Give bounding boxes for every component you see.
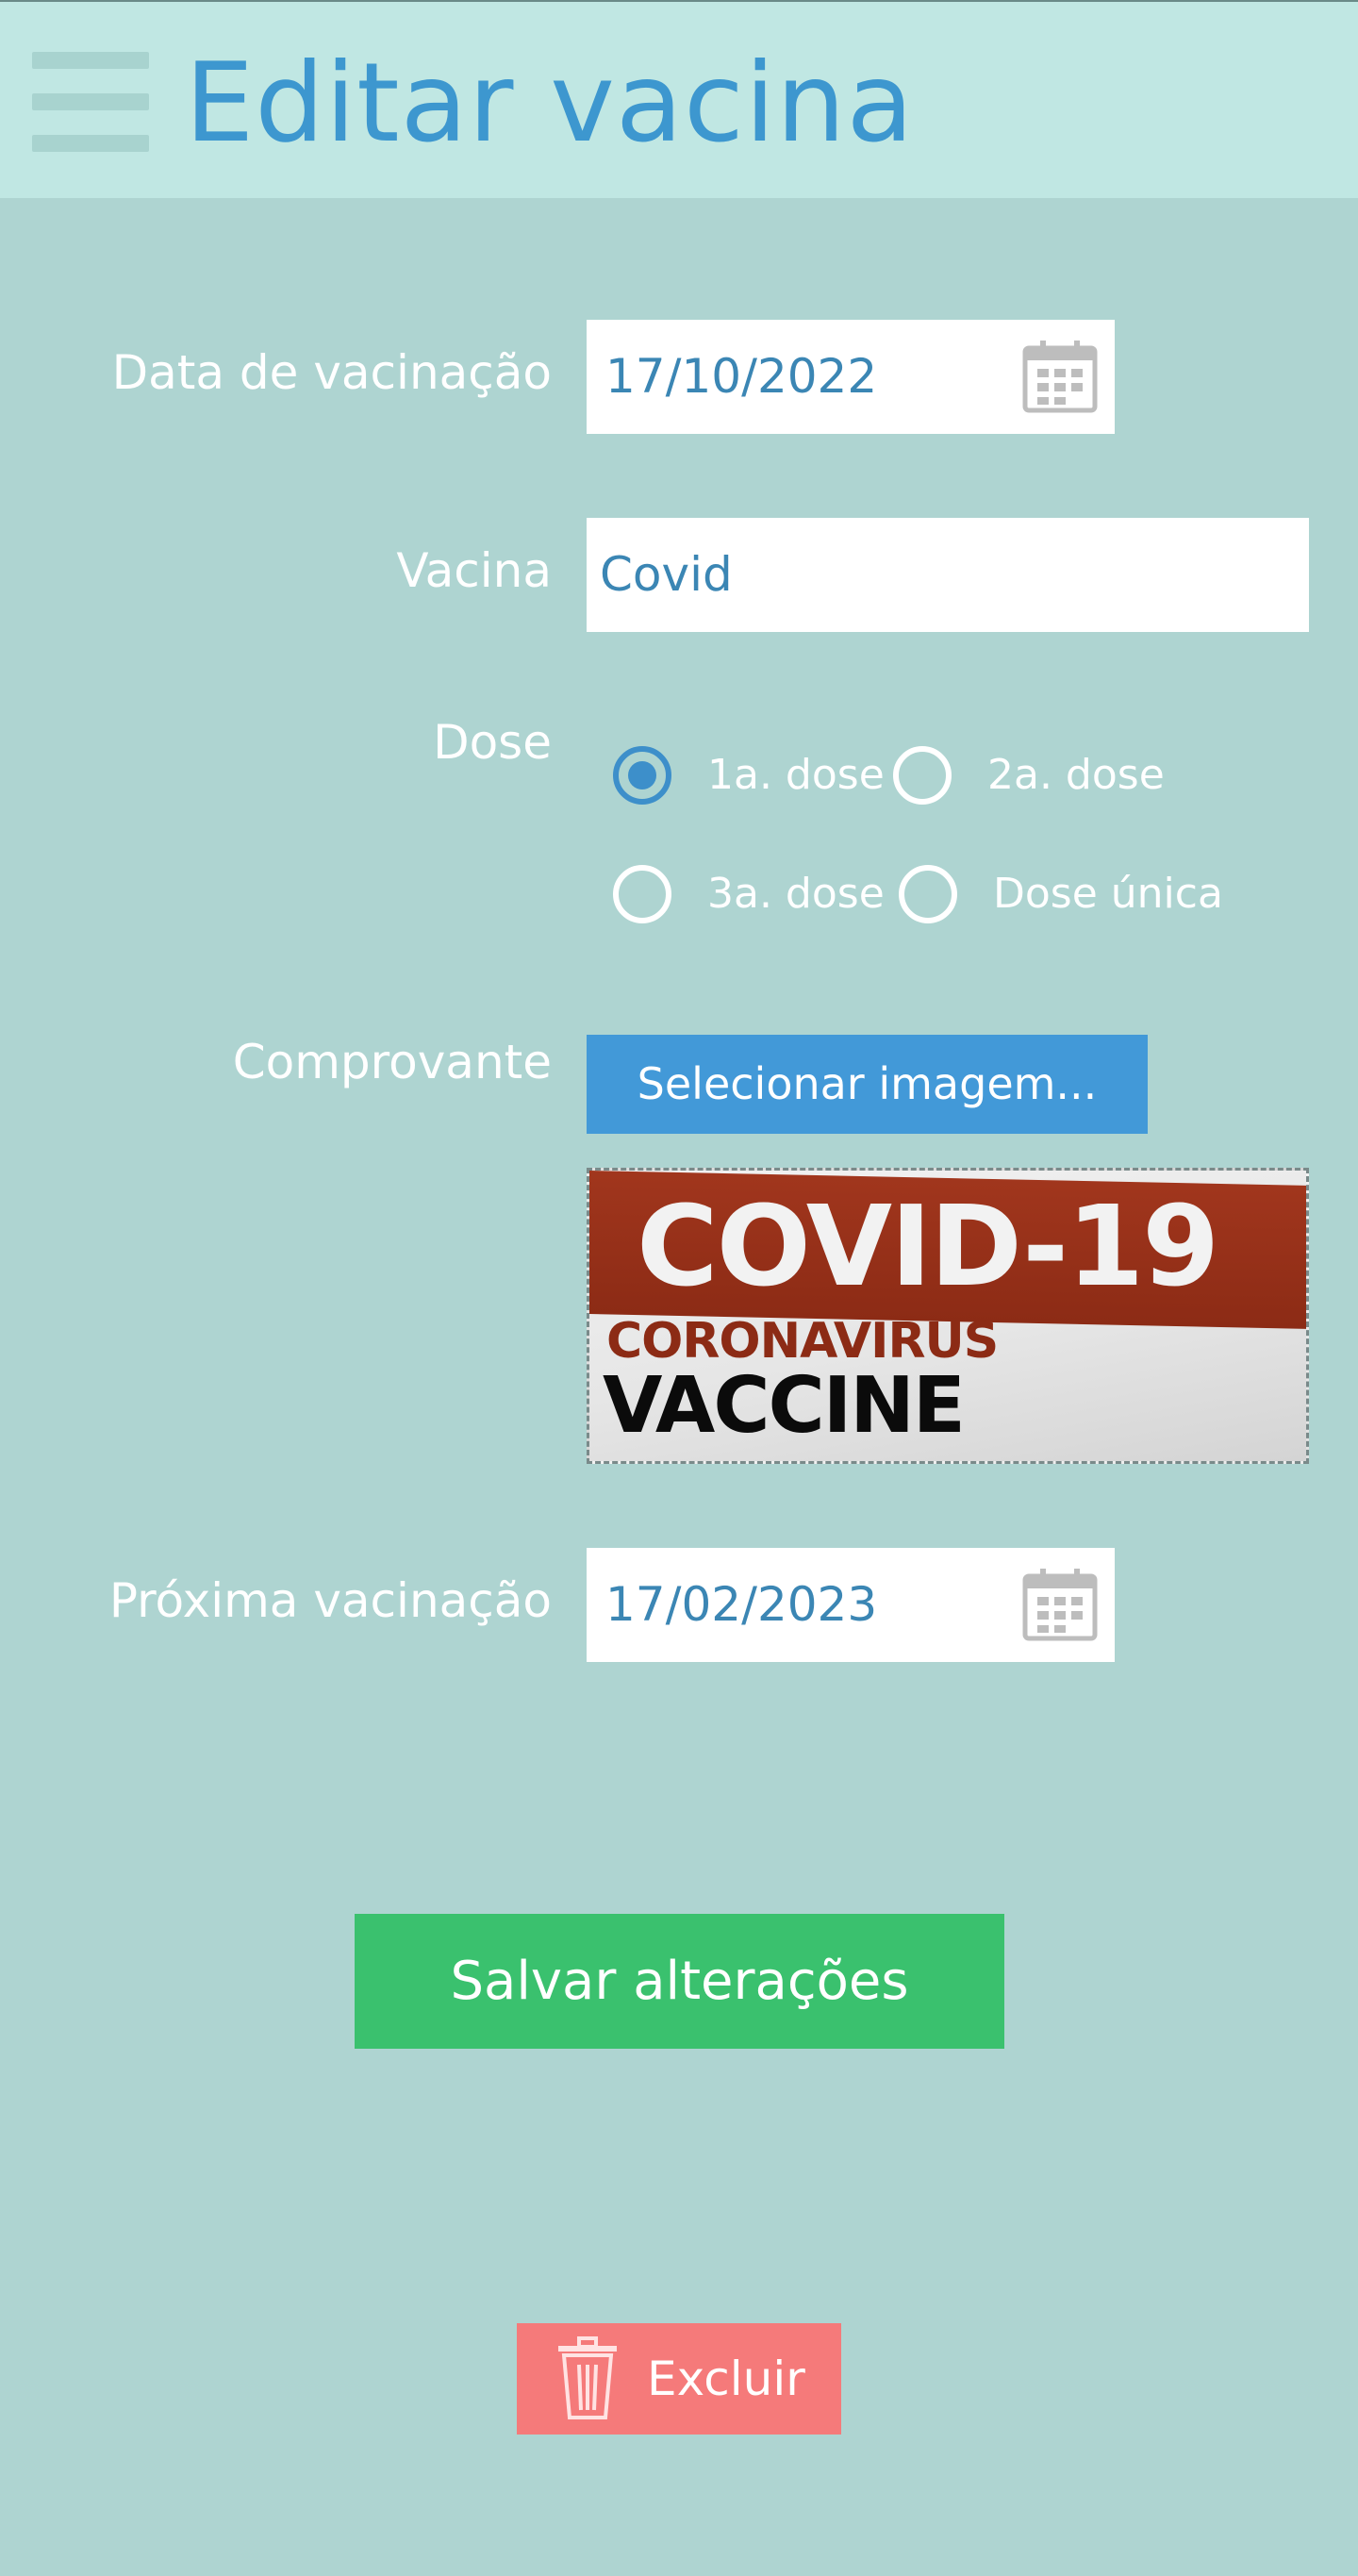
radio-checked-icon[interactable]: [613, 746, 671, 805]
vaccination-date-field[interactable]: 17/10/2022: [587, 320, 1115, 434]
dose-option-3[interactable]: 3a. dose: [613, 859, 886, 935]
preview-text-covid: COVID-19: [637, 1181, 1219, 1311]
proof-image-preview: COVID-19 CORONAVIRUS VACCINE: [587, 1168, 1309, 1464]
vaccination-date-value[interactable]: 17/10/2022: [605, 320, 877, 433]
select-image-button[interactable]: Selecionar imagem...: [587, 1035, 1148, 1134]
delete-label: Excluir: [647, 2352, 805, 2406]
radio-unchecked-icon[interactable]: [613, 865, 671, 923]
dose-option-label: 3a. dose: [707, 870, 885, 918]
dose-option-label: 2a. dose: [987, 751, 1165, 799]
vaccine-label: Vacina: [396, 543, 552, 598]
radio-unchecked-icon[interactable]: [893, 746, 952, 805]
app-header: Editar vacina: [0, 0, 1358, 198]
preview-text-vaccine: VACCINE: [603, 1361, 966, 1451]
trash-icon: [558, 2336, 617, 2419]
next-vaccination-value[interactable]: 17/02/2023: [605, 1548, 877, 1661]
dose-option-label: Dose única: [993, 870, 1223, 918]
next-vaccination-field[interactable]: 17/02/2023: [587, 1548, 1115, 1662]
vaccine-value[interactable]: Covid: [600, 518, 733, 631]
hamburger-menu-icon[interactable]: [32, 52, 149, 152]
page-title: Editar vacina: [185, 40, 915, 167]
proof-label: Comprovante: [232, 1035, 552, 1089]
vaccine-field[interactable]: Covid: [587, 518, 1309, 632]
dose-label: Dose: [433, 715, 552, 770]
delete-button[interactable]: Excluir: [517, 2323, 841, 2435]
dose-option-2[interactable]: 2a. dose: [893, 740, 1167, 816]
dose-option-label: 1a. dose: [707, 751, 885, 799]
next-vaccination-label: Próxima vacinação: [108, 1573, 552, 1628]
radio-unchecked-icon[interactable]: [899, 865, 957, 923]
save-changes-button[interactable]: Salvar alterações: [355, 1914, 1004, 2049]
calendar-icon[interactable]: [1022, 1567, 1098, 1642]
dose-option-1[interactable]: 1a. dose: [613, 740, 886, 816]
vaccination-date-label: Data de vacinação: [111, 345, 552, 400]
dose-option-single[interactable]: Dose única: [899, 859, 1223, 935]
calendar-icon[interactable]: [1022, 339, 1098, 414]
